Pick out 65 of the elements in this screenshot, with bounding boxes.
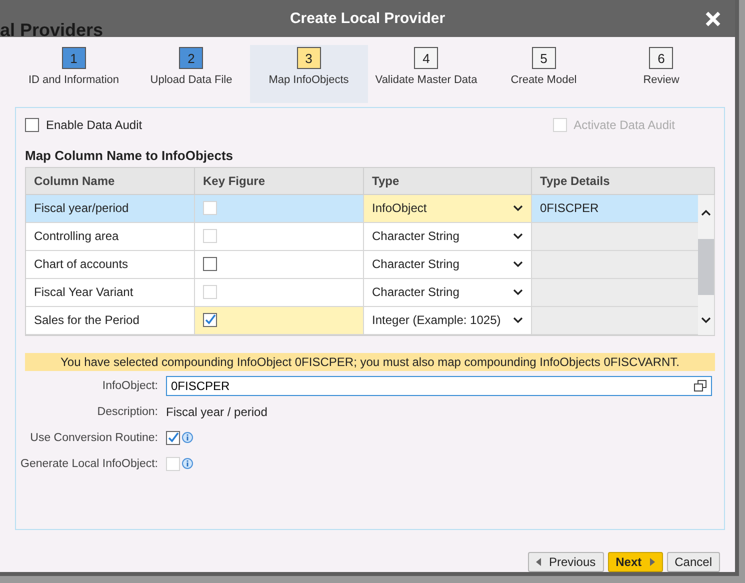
field-label: InfoObject:: [101, 378, 158, 394]
right-triangle-icon: [650, 558, 655, 566]
chevron-icon[interactable]: [701, 208, 711, 216]
next-button[interactable]: Next: [608, 552, 663, 572]
chevron-icon[interactable]: [513, 316, 523, 324]
checkbox[interactable]: [203, 313, 217, 328]
checkbox[interactable]: [166, 430, 180, 445]
type-dropdown[interactable]: Character String: [364, 278, 532, 307]
step-number: 5: [532, 47, 556, 70]
step-label: Review: [643, 74, 680, 86]
field-label: Description:: [96, 404, 158, 420]
type-dropdown[interactable]: Character String: [364, 222, 532, 251]
field-label: Generate Local InfoObject:: [20, 456, 158, 472]
wizard-step[interactable]: 5 Create Model: [485, 45, 602, 103]
type-dropdown[interactable]: InfoObject: [364, 194, 532, 223]
step-label: Map InfoObjects: [268, 74, 349, 86]
step-number: 1: [62, 47, 86, 70]
step-label: Create Model: [510, 74, 577, 86]
field-label: Use Conversion Routine:: [29, 430, 158, 446]
chevron-icon[interactable]: [513, 260, 523, 268]
step-label: Upload Data File: [150, 74, 232, 86]
step-number: 4: [414, 47, 438, 70]
table-cell[interactable]: Fiscal Year Variant: [26, 278, 195, 307]
info-icon[interactable]: [182, 458, 193, 470]
info-icon[interactable]: [182, 432, 193, 444]
previous-button[interactable]: Previous: [528, 552, 604, 572]
description-value: Fiscal year / period: [166, 404, 268, 419]
column-header[interactable]: Column Name: [26, 168, 195, 195]
chevron-icon[interactable]: [701, 316, 711, 324]
step-number: 2: [179, 47, 204, 70]
column-header[interactable]: Type Details: [532, 168, 715, 195]
type-dropdown[interactable]: Integer (Example: 1025): [364, 306, 532, 335]
chevron-icon[interactable]: [513, 288, 523, 296]
dialog-title: Create Local Provider: [290, 10, 446, 28]
checkbox[interactable]: [25, 118, 39, 132]
table-cell[interactable]: Fiscal year/period: [26, 194, 195, 223]
checkbox-label: Activate Data Audit: [574, 118, 675, 132]
checkbox[interactable]: [203, 257, 217, 272]
type-dropdown[interactable]: Character String: [364, 250, 532, 279]
column-header[interactable]: Type: [364, 168, 532, 195]
column-header[interactable]: Key Figure: [195, 168, 364, 195]
table-cell[interactable]: Sales for the Period: [26, 306, 195, 335]
wizard-step[interactable]: 2 Upload Data File: [132, 45, 250, 103]
wizard-step[interactable]: 4 Validate Master Data: [368, 45, 485, 103]
left-triangle-icon: [536, 558, 541, 566]
close-button[interactable]: [703, 9, 723, 29]
step-label: Validate Master Data: [375, 74, 478, 86]
section-title: Map Column Name to InfoObjects: [25, 148, 234, 163]
wizard-step[interactable]: 6 Review: [602, 45, 720, 103]
warning-message: You have selected compounding InfoObject 0FISCPER; you must also map compounding InfoObjects 0FISCVARNT.: [25, 352, 715, 371]
scrollbar[interactable]: [698, 194, 714, 335]
step-number: 3: [296, 47, 321, 70]
step-label: ID and Information: [28, 74, 119, 86]
table-cell[interactable]: Chart of accounts: [26, 250, 195, 279]
infoobject-input-field[interactable]: 0FISCPER: [166, 376, 712, 396]
checkbox-label: Enable Data Audit: [46, 118, 142, 132]
step-number: 6: [649, 47, 674, 70]
value-help-icon[interactable]: [694, 380, 707, 392]
cancel-button[interactable]: Cancel: [666, 552, 720, 572]
chevron-icon[interactable]: [513, 204, 523, 212]
wizard-step[interactable]: 3 Map InfoObjects: [250, 45, 368, 103]
wizard-step[interactable]: 1 ID and Information: [15, 45, 132, 103]
chevron-icon[interactable]: [513, 232, 523, 240]
background-page-title: al Providers: [0, 20, 104, 41]
table-cell[interactable]: Controlling area: [26, 222, 195, 251]
